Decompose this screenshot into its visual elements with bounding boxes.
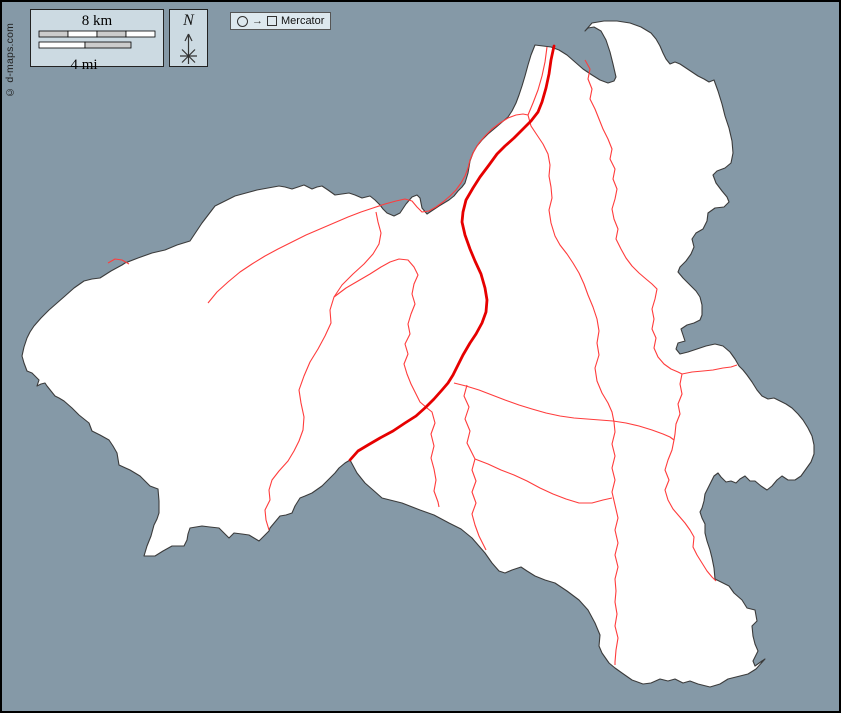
scale-km-label: 8 km [31, 13, 163, 30]
scale-bar-panel: 8 km 4 mi [30, 9, 164, 67]
compass-north-label: N [170, 12, 207, 30]
circle-icon [237, 16, 248, 27]
projection-label: Mercator [281, 15, 324, 27]
scale-mi-label: 4 mi [31, 57, 137, 73]
map-graphic [2, 2, 841, 713]
map-canvas: 8 km 4 mi N [0, 0, 841, 713]
square-icon [267, 16, 277, 26]
projection-legend: → Mercator [230, 12, 331, 30]
compass-arrow-icon [170, 30, 207, 66]
compass-panel: N [169, 9, 208, 67]
scale-bar-graphic [31, 30, 163, 52]
attribution-text: © d-maps.com [4, 12, 16, 98]
arrow-right-icon: → [252, 17, 263, 26]
